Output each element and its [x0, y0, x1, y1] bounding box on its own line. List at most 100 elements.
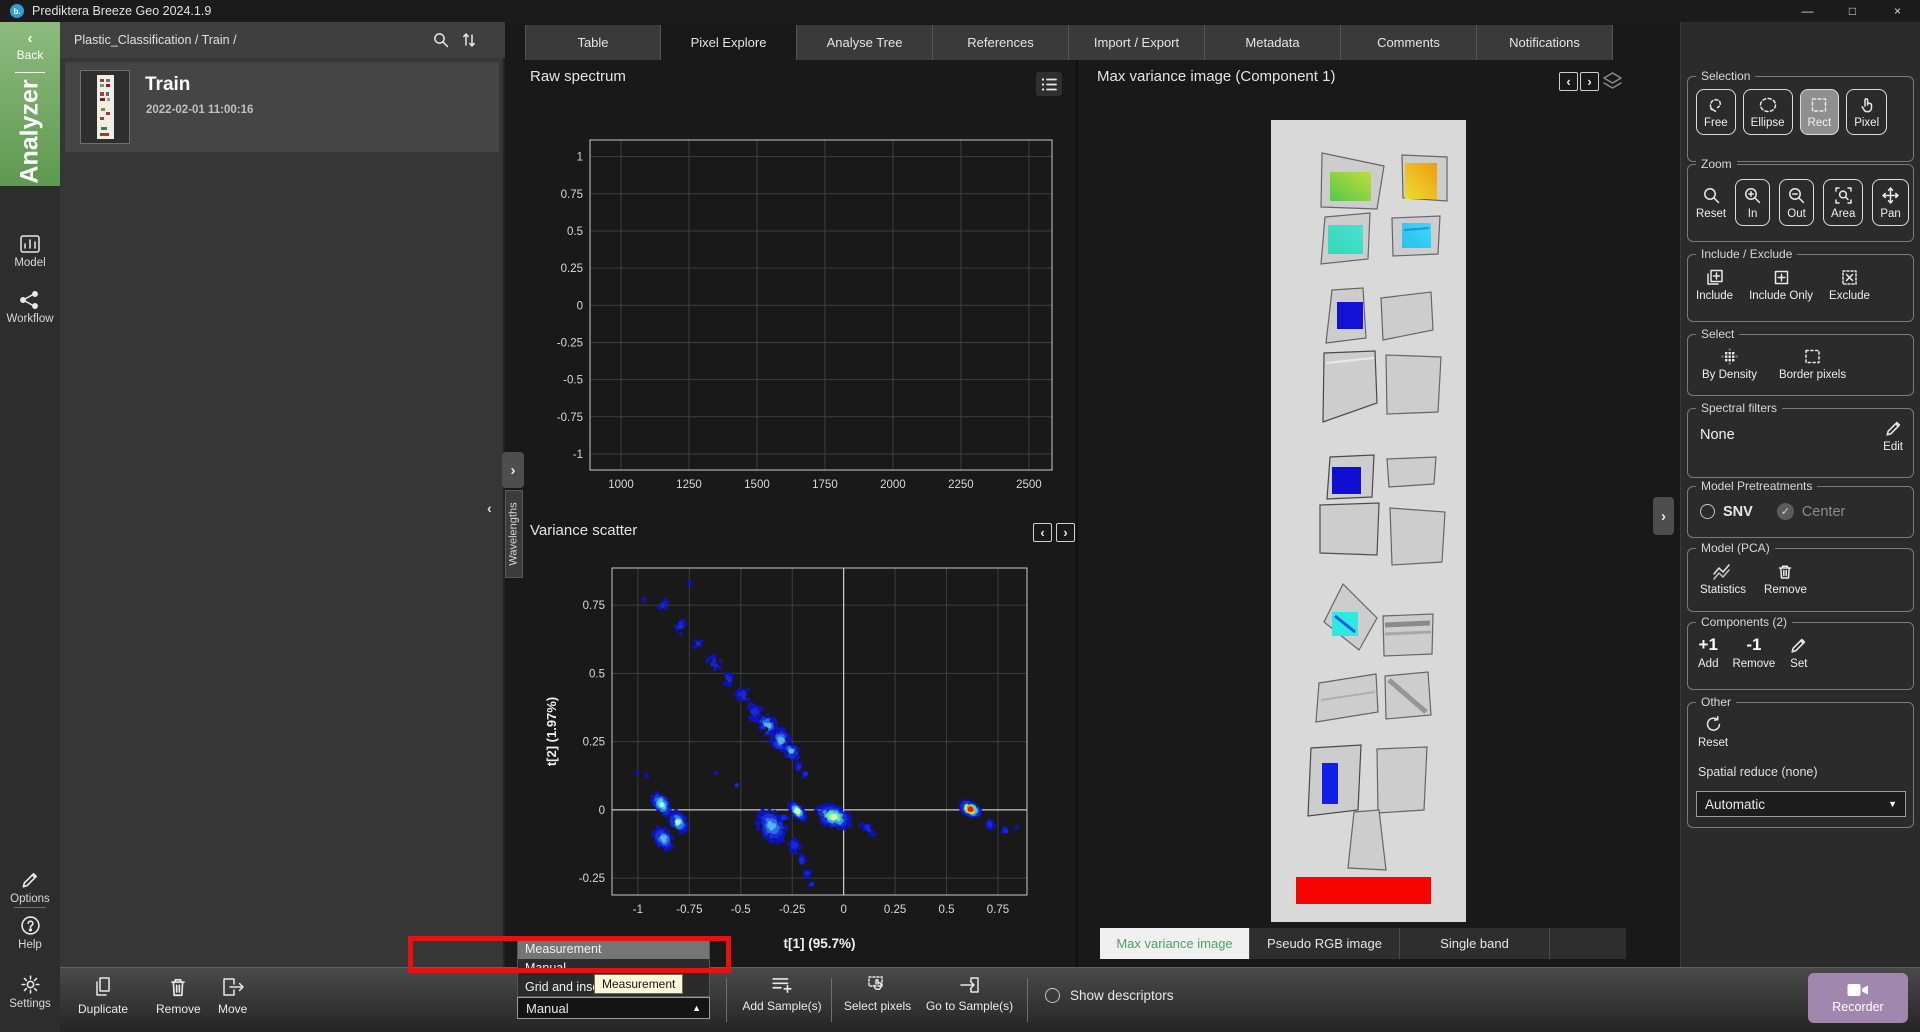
tab-single-band[interactable]: Single band: [1400, 928, 1550, 959]
selection-ellipse-button[interactable]: Ellipse: [1743, 89, 1793, 135]
image-tab-filler: [1550, 928, 1626, 959]
svg-text:-0.25: -0.25: [557, 337, 583, 349]
list-item-train[interactable]: Train 2022-02-01 11:00:16: [65, 62, 499, 152]
tab-max-variance-image[interactable]: Max variance image: [1100, 928, 1250, 959]
tab-references[interactable]: References: [933, 25, 1069, 60]
svg-text:t[1] (95.7%): t[1] (95.7%): [783, 936, 855, 951]
other-group: Other Reset Spatial reduce (none) Automa…: [1687, 702, 1914, 828]
select-group: Select By Density Border pixels: [1687, 334, 1914, 396]
statistics-button[interactable]: Statistics: [1700, 564, 1746, 596]
variance-scatter-chart[interactable]: -1-0.75-0.5-0.2500.250.50.750.750.50.250…: [540, 556, 1072, 960]
include-only-icon: [1772, 268, 1791, 287]
close-button[interactable]: ×: [1875, 0, 1920, 22]
zoom-area-button[interactable]: Area: [1823, 179, 1863, 226]
select-pixels-button[interactable]: Select pixels: [835, 975, 920, 1013]
component-add-button[interactable]: +1 Add: [1698, 635, 1718, 670]
ellipse-select-icon: [1758, 96, 1778, 114]
remove-button[interactable]: Remove: [156, 976, 201, 1016]
move-icon: [221, 976, 245, 998]
tools-expand-button[interactable]: ›: [1653, 497, 1674, 535]
sort-icon[interactable]: [460, 31, 478, 49]
svg-text:-1: -1: [633, 904, 643, 916]
spatial-reduce-dropdown[interactable]: Automatic ▼: [1696, 791, 1906, 817]
show-descriptors-toggle[interactable]: Show descriptors: [1045, 988, 1174, 1003]
title-bar: b. Prediktera Breeze Geo 2024.1.9 — □ ×: [0, 0, 1920, 22]
component-remove-button[interactable]: -1 Remove: [1732, 635, 1775, 670]
svg-text:0.5: 0.5: [589, 668, 605, 680]
exclude-button[interactable]: Exclude: [1829, 268, 1870, 302]
center-checkbox[interactable]: ✓: [1777, 503, 1794, 520]
sidebar-item-settings[interactable]: Settings: [0, 974, 60, 1010]
zoom-reset-button[interactable]: Reset: [1696, 186, 1726, 226]
border-pixels-button[interactable]: Border pixels: [1779, 347, 1846, 381]
tab-pixel-explore[interactable]: Pixel Explore: [661, 25, 797, 60]
zoom-in-button[interactable]: In: [1735, 179, 1770, 226]
move-button[interactable]: Move: [218, 976, 247, 1016]
maximize-button[interactable]: □: [1830, 0, 1875, 22]
tab-analyse-tree[interactable]: Analyse Tree: [797, 25, 933, 60]
sidebar-item-options[interactable]: Options: [0, 870, 60, 905]
divider: [726, 978, 727, 1022]
analyzer-section[interactable]: ‹ Back Analyzer: [0, 22, 60, 186]
recorder-button[interactable]: Recorder: [1808, 973, 1908, 1023]
workflow-icon: [19, 290, 41, 310]
wavelengths-expand-button[interactable]: ›: [502, 452, 524, 488]
raw-spectrum-chart[interactable]: 100012501500175020002250250010.750.50.25…: [538, 128, 1070, 500]
minimize-button[interactable]: —: [1785, 0, 1830, 22]
back-chevron-icon: ‹: [0, 30, 60, 47]
go-to-samples-button[interactable]: Go to Sample(s): [922, 975, 1017, 1013]
sidebar-item-model[interactable]: Model: [0, 234, 60, 269]
selection-free-button[interactable]: Free: [1696, 89, 1736, 135]
divider: [1027, 978, 1028, 1022]
image-next-button[interactable]: ›: [1580, 72, 1599, 91]
sidebar-item-workflow[interactable]: Workflow: [0, 290, 60, 325]
component-set-button[interactable]: Set: [1789, 636, 1808, 670]
layers-icon[interactable]: [1601, 71, 1624, 92]
scatter-next-button[interactable]: ›: [1056, 523, 1075, 542]
model-remove-button[interactable]: Remove: [1764, 563, 1807, 596]
density-grid-icon: [1720, 347, 1739, 366]
other-reset-button[interactable]: Reset: [1698, 715, 1728, 749]
svg-text:0: 0: [599, 805, 605, 817]
tab-pseudo-rgb-image[interactable]: Pseudo RGB image: [1250, 928, 1400, 959]
svg-text:-0.5: -0.5: [731, 904, 751, 916]
spectral-edit-button[interactable]: Edit: [1883, 419, 1903, 453]
svg-text:2500: 2500: [1016, 479, 1042, 491]
tab-strip: Table Pixel Explore Analyse Tree Referen…: [525, 25, 1613, 60]
tab-notifications[interactable]: Notifications: [1477, 25, 1613, 60]
menu-item-measurement[interactable]: Measurement: [518, 940, 709, 959]
zoom-out-button[interactable]: Out: [1779, 179, 1814, 226]
duplicate-button[interactable]: Duplicate: [78, 976, 128, 1016]
tab-table[interactable]: Table: [525, 25, 661, 60]
sample-timestamp: 2022-02-01 11:00:16: [146, 104, 253, 116]
svg-text:-0.5: -0.5: [563, 375, 583, 387]
tab-metadata[interactable]: Metadata: [1205, 25, 1341, 60]
image-prev-button[interactable]: ‹: [1559, 72, 1578, 91]
tab-import-export[interactable]: Import / Export: [1069, 25, 1205, 60]
zoom-pan-button[interactable]: Pan: [1872, 179, 1908, 226]
reset-icon: [1704, 715, 1723, 734]
sampling-mode-dropdown[interactable]: Manual ▲: [517, 997, 710, 1019]
add-samples-button[interactable]: Add Sample(s): [732, 975, 832, 1013]
by-density-button[interactable]: By Density: [1702, 347, 1757, 381]
tab-comments[interactable]: Comments: [1341, 25, 1477, 60]
scatter-prev-button[interactable]: ‹: [1033, 523, 1052, 542]
statistics-icon: [1712, 564, 1734, 581]
spectrum-list-button[interactable]: [1036, 72, 1062, 96]
snv-radio[interactable]: [1700, 504, 1715, 519]
breadcrumb[interactable]: Plastic_Classification / Train /: [74, 33, 237, 47]
selection-rect-button[interactable]: Rect: [1800, 89, 1840, 135]
show-descriptors-radio[interactable]: [1045, 988, 1060, 1003]
selection-pixel-button[interactable]: Pixel: [1846, 89, 1887, 135]
wavelengths-collapsed-tab[interactable]: Wavelengths: [505, 490, 523, 578]
help-icon: [20, 915, 41, 936]
include-button[interactable]: Include: [1696, 268, 1733, 302]
collapse-left-icon[interactable]: ‹: [487, 500, 492, 516]
svg-text:-0.25: -0.25: [779, 904, 805, 916]
go-to-sample-icon: [959, 975, 981, 995]
back-button[interactable]: Back: [0, 48, 60, 62]
max-variance-image[interactable]: [1271, 120, 1466, 922]
sidebar-item-help[interactable]: Help: [0, 915, 60, 951]
include-only-button[interactable]: Include Only: [1749, 268, 1813, 302]
search-icon[interactable]: [432, 31, 450, 49]
